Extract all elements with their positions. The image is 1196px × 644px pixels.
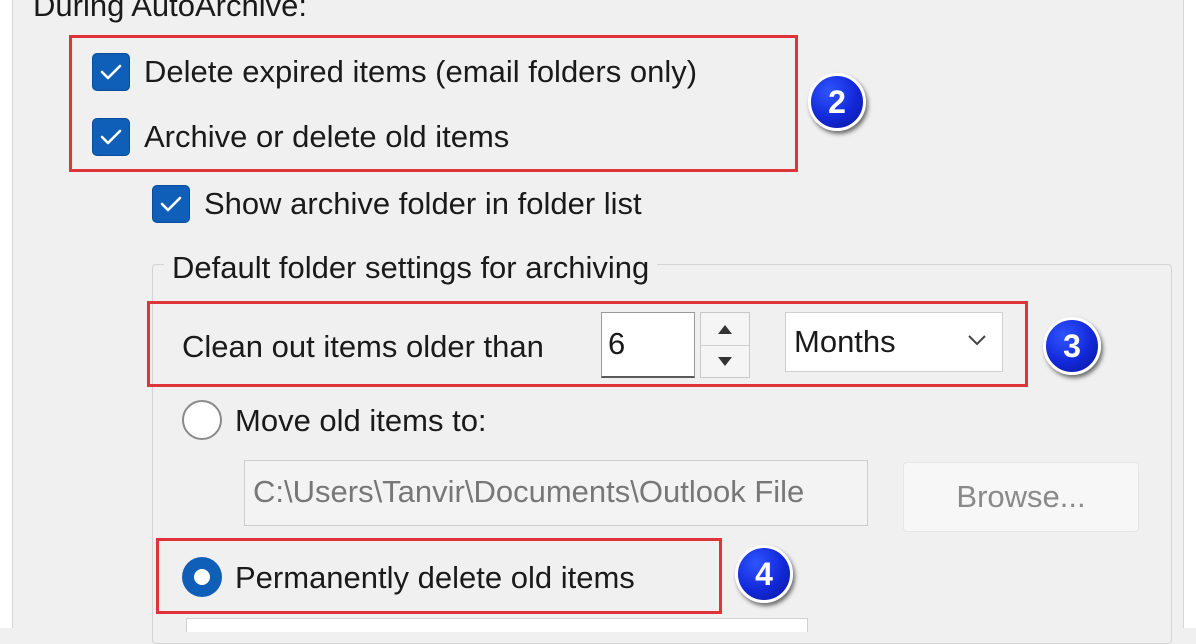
move-path-input[interactable]: C:\Users\Tanvir\Documents\Outlook File xyxy=(244,460,868,526)
radio-selected-dot xyxy=(194,569,210,585)
checkbox-box[interactable] xyxy=(92,53,130,91)
checkbox-label: Delete expired items (email folders only… xyxy=(144,54,698,89)
chevron-down-icon xyxy=(968,335,986,346)
checkbox-box[interactable] xyxy=(152,185,190,223)
clean-out-label: Clean out items older than xyxy=(182,329,544,364)
radio-label: Permanently delete old items xyxy=(235,560,635,595)
arrow-up-icon xyxy=(718,325,732,334)
spin-up-button[interactable] xyxy=(701,313,749,346)
check-icon xyxy=(100,129,122,145)
dialog-left-edge xyxy=(0,0,13,628)
age-unit-select[interactable]: Months xyxy=(785,312,1003,372)
browse-button[interactable]: Browse... xyxy=(903,462,1139,532)
group-label: Default folder settings for archiving xyxy=(164,250,658,286)
checkbox-box[interactable] xyxy=(92,118,130,156)
age-unit-value: Months xyxy=(794,324,896,359)
step-badge-2: 2 xyxy=(808,73,866,131)
step-badge-4: 4 xyxy=(735,545,793,603)
radio-button[interactable] xyxy=(182,400,222,440)
clean-out-age-input[interactable]: 6 xyxy=(601,312,695,378)
check-icon xyxy=(160,196,182,212)
radio-button[interactable] xyxy=(182,557,222,597)
spin-down-button[interactable] xyxy=(701,346,749,378)
arrow-down-icon xyxy=(718,357,732,366)
section-label: During AutoArchive: xyxy=(33,0,307,23)
dialog-right-edge xyxy=(1183,0,1196,628)
checkbox-label: Show archive folder in folder list xyxy=(204,186,642,221)
radio-label: Move old items to: xyxy=(235,403,487,438)
clean-out-age-spinner[interactable] xyxy=(700,312,750,378)
next-field-partial xyxy=(186,618,808,632)
check-icon xyxy=(100,64,122,80)
step-badge-3: 3 xyxy=(1043,317,1101,375)
checkbox-label: Archive or delete old items xyxy=(144,119,510,154)
